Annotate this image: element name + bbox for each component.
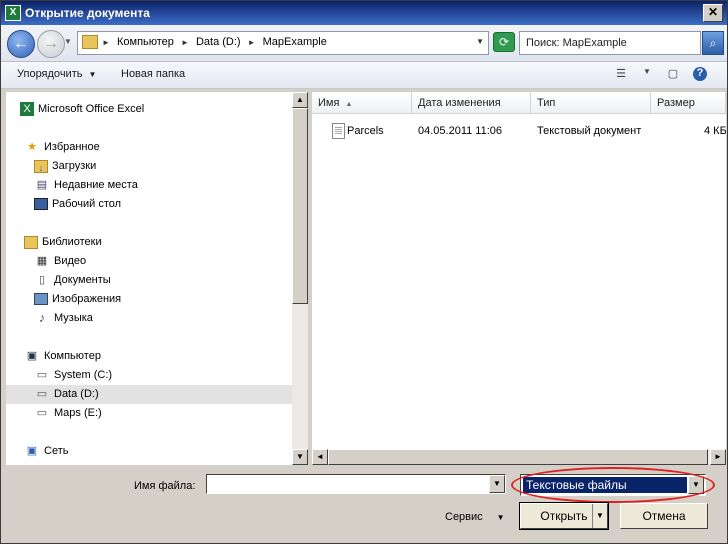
refresh-button[interactable]: ⟳ bbox=[493, 32, 515, 52]
network-icon: ▣ bbox=[26, 445, 38, 458]
filetype-dropdown-icon[interactable]: ▼ bbox=[688, 476, 704, 494]
file-type: Текстовый документ bbox=[537, 125, 642, 137]
column-header-size[interactable]: Размер bbox=[651, 92, 726, 114]
preview-pane-icon[interactable]: ▢ bbox=[665, 67, 681, 81]
excel-app-icon: X bbox=[5, 5, 21, 21]
cancel-button[interactable]: Отмена bbox=[620, 503, 708, 529]
sidebar-item-favorites[interactable]: ★ Избранное bbox=[24, 138, 100, 157]
sidebar-item-libraries[interactable]: Библиотеки bbox=[24, 233, 102, 252]
scroll-left-button[interactable]: ◄ bbox=[312, 449, 328, 465]
sidebar-item-pictures[interactable]: Изображения bbox=[34, 290, 121, 309]
downloads-folder-icon: ↓ bbox=[34, 159, 48, 173]
forward-button[interactable]: → bbox=[37, 30, 65, 58]
address-bar[interactable]: ► Компьютер ► Data (D:) ► MapExample ▼ bbox=[77, 31, 489, 55]
navigation-bar: ← → ▼ ► Компьютер ► Data (D:) ► MapExamp… bbox=[1, 25, 727, 62]
chevron-down-icon: ▼ bbox=[496, 513, 505, 522]
view-options-icon[interactable]: ☰ bbox=[613, 67, 629, 81]
help-icon[interactable]: ? bbox=[693, 67, 707, 81]
pictures-icon bbox=[34, 293, 48, 306]
file-list-horizontal-scrollbar[interactable]: ◄ ► bbox=[312, 449, 726, 465]
chevron-right-icon[interactable]: ► bbox=[181, 38, 189, 47]
folder-icon bbox=[82, 35, 98, 49]
sidebar-item-network[interactable]: ▣ Сеть bbox=[24, 442, 69, 461]
open-label: Открыть bbox=[540, 509, 588, 523]
dialog-footer: Имя файла: ▼ Текстовые файлы ▼ Сервис ▼ О… bbox=[1, 467, 727, 543]
organize-label: Упорядочить bbox=[17, 68, 83, 80]
music-icon: ♪ bbox=[38, 310, 46, 326]
breadcrumb-data-drive[interactable]: Data (D:) bbox=[196, 36, 241, 48]
scroll-thumb[interactable] bbox=[292, 108, 308, 304]
filename-field[interactable]: ▼ bbox=[206, 474, 506, 494]
sidebar-item-system-drive[interactable]: ▭ System (C:) bbox=[34, 366, 112, 385]
open-options-dropdown-icon[interactable]: ▼ bbox=[592, 504, 607, 528]
filetype-selected: Текстовые файлы bbox=[523, 477, 687, 493]
scroll-down-button[interactable]: ▼ bbox=[292, 449, 308, 465]
scroll-right-button[interactable]: ► bbox=[710, 449, 726, 465]
drive-icon: ▭ bbox=[36, 407, 48, 420]
organize-button[interactable]: Упорядочить ▼ bbox=[17, 68, 96, 80]
history-dropdown-icon[interactable]: ▼ bbox=[64, 37, 74, 49]
chevron-right-icon[interactable]: ► bbox=[248, 38, 256, 47]
column-header-modified[interactable]: Дата изменения bbox=[412, 92, 531, 114]
service-button[interactable]: Сервис ▼ bbox=[445, 511, 505, 523]
search-placeholder: Поиск: MapExample bbox=[526, 37, 627, 49]
back-button[interactable]: ← bbox=[7, 30, 35, 58]
filetype-select[interactable]: Текстовые файлы ▼ bbox=[520, 474, 706, 496]
horizontal-scroll-thumb[interactable] bbox=[328, 449, 708, 465]
desktop-icon bbox=[34, 198, 48, 211]
file-name: Parcels bbox=[347, 125, 384, 137]
computer-icon: ▣ bbox=[26, 350, 38, 363]
command-bar: Упорядочить ▼ Новая папка ☰ ▼ ▢ ? bbox=[1, 62, 727, 89]
sidebar-item-excel[interactable]: X Microsoft Office Excel bbox=[20, 100, 144, 119]
recent-places-icon: ▤ bbox=[36, 179, 48, 192]
search-input[interactable]: Поиск: MapExample bbox=[519, 31, 701, 55]
breadcrumb-computer[interactable]: Компьютер bbox=[117, 36, 174, 48]
search-icon[interactable]: ⌕ bbox=[702, 31, 724, 55]
excel-icon: X bbox=[20, 102, 34, 117]
column-header-name[interactable]: Имя ▲ bbox=[312, 92, 412, 114]
sidebar-item-maps-drive[interactable]: ▭ Maps (E:) bbox=[34, 404, 102, 423]
window-title: Открытие документа bbox=[25, 6, 150, 20]
close-button[interactable]: ✕ bbox=[703, 4, 723, 22]
filename-dropdown-icon[interactable]: ▼ bbox=[489, 475, 505, 493]
open-document-dialog: X Открытие документа ✕ ← → ▼ ► Компьютер… bbox=[0, 0, 728, 544]
system-drive-icon: ▭ bbox=[36, 369, 48, 382]
breadcrumb-mapexample[interactable]: MapExample bbox=[263, 36, 327, 48]
libraries-icon bbox=[24, 235, 38, 249]
file-list: Имя ▲ Дата изменения Тип Размер Parcels 0… bbox=[312, 92, 726, 449]
open-button[interactable]: Открыть ▼ bbox=[519, 502, 609, 530]
video-icon: ▦ bbox=[36, 255, 48, 268]
file-row[interactable]: Parcels 04.05.2011 11:06 Текстовый докум… bbox=[312, 122, 726, 140]
sidebar-item-downloads[interactable]: ↓ Загрузки bbox=[34, 157, 96, 176]
address-dropdown-icon[interactable]: ▼ bbox=[476, 37, 484, 46]
star-icon: ★ bbox=[27, 141, 37, 154]
filename-label: Имя файла: bbox=[134, 480, 196, 492]
file-size: 4 КБ bbox=[704, 125, 726, 137]
chevron-down-icon: ▼ bbox=[88, 70, 97, 79]
sidebar-item-desktop[interactable]: Рабочий стол bbox=[34, 195, 121, 214]
service-label: Сервис bbox=[445, 511, 483, 523]
file-modified: 04.05.2011 11:06 bbox=[418, 125, 503, 137]
sidebar-item-music[interactable]: ♪ Музыка bbox=[34, 309, 93, 328]
navigation-pane-scrollbar[interactable]: ▲ ▼ bbox=[292, 92, 308, 465]
sort-ascending-icon: ▲ bbox=[345, 101, 353, 108]
new-folder-button[interactable]: Новая папка bbox=[121, 68, 185, 80]
drive-icon: ▭ bbox=[36, 388, 48, 401]
text-file-icon bbox=[332, 123, 345, 139]
sidebar-item-recent[interactable]: ▤ Недавние места bbox=[34, 176, 138, 195]
navigation-pane: X Microsoft Office Excel ★ Избранное ↓ Загр… bbox=[6, 92, 292, 465]
sidebar-item-computer[interactable]: ▣ Компьютер bbox=[24, 347, 101, 366]
column-header-type[interactable]: Тип bbox=[531, 92, 651, 114]
title-bar: X Открытие документа ✕ bbox=[1, 1, 727, 25]
sidebar-item-documents[interactable]: ▯ Документы bbox=[34, 271, 111, 290]
scroll-up-button[interactable]: ▲ bbox=[292, 92, 308, 108]
documents-icon: ▯ bbox=[38, 274, 46, 287]
sidebar-item-data-drive[interactable]: ▭ Data (D:) bbox=[6, 385, 292, 404]
view-dropdown-icon[interactable]: ▼ bbox=[639, 67, 655, 81]
chevron-right-icon[interactable]: ► bbox=[102, 38, 110, 47]
breadcrumb: ► Компьютер ► Data (D:) ► MapExample bbox=[102, 36, 331, 48]
sidebar-item-video[interactable]: ▦ Видео bbox=[34, 252, 86, 271]
